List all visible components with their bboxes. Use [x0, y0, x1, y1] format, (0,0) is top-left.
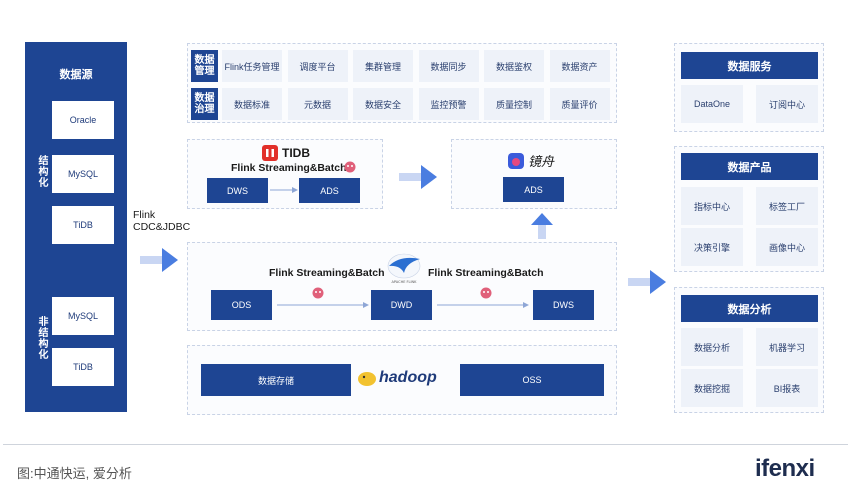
unstructured-label: 非结构化	[36, 316, 47, 360]
source-tidb-unstructured: TiDB	[52, 348, 114, 386]
pipeline-dws: DWS	[533, 290, 594, 320]
analysis-item-4: BI报表	[756, 369, 818, 407]
analysis-item-2: 机器学习	[756, 328, 818, 366]
hadoop-logo: hadoop	[357, 368, 437, 388]
governance-item: 质量评价	[549, 88, 610, 120]
tidb-flow-arrow	[270, 187, 298, 193]
jingzhou-logo-text: 镜舟	[528, 154, 555, 169]
connector-label: Flink CDC&JDBC	[133, 209, 190, 233]
product-item-1: 指标中心	[681, 187, 743, 225]
analysis-item-1: 数据分析	[681, 328, 743, 366]
governance-item: 质量控制	[484, 88, 544, 120]
svg-text:APACHE FLINK: APACHE FLINK	[392, 280, 418, 284]
governance-item: 元数据	[287, 88, 348, 120]
governance-header-gov: 数据治理	[191, 88, 218, 120]
hadoop-logo-text: hadoop	[379, 369, 437, 386]
source-oracle: Oracle	[52, 101, 114, 139]
tidb-logo-icon	[262, 145, 278, 161]
source-mysql: MySQL	[52, 155, 114, 193]
tidb-logo-text: TIDB	[282, 146, 310, 160]
source-mysql-unstructured: MySQL	[52, 297, 114, 335]
product-item-2: 标签工厂	[756, 187, 818, 225]
pipeline-flow-arrow-2	[437, 302, 529, 308]
governance-item: 调度平台	[287, 50, 348, 82]
governance-header-mgmt: 数据管理	[191, 50, 218, 82]
governance-item: 数据资产	[549, 50, 610, 82]
tidb-ads: ADS	[299, 178, 360, 203]
squirrel-icon	[344, 161, 356, 173]
analysis-title: 数据分析	[681, 295, 818, 322]
right-arrow-icon	[399, 165, 437, 189]
squirrel-icon	[480, 287, 492, 299]
storage-right: OSS	[460, 364, 604, 396]
service-title: 数据服务	[681, 52, 818, 79]
service-item-subscribe: 订阅中心	[756, 85, 818, 123]
connector-line2: CDC&JDBC	[133, 221, 191, 233]
structured-label: 结构化	[36, 155, 47, 188]
squirrel-icon	[312, 287, 324, 299]
product-title: 数据产品	[681, 153, 818, 180]
footer-caption: 图:中通快运, 爱分析	[17, 466, 132, 481]
analysis-item-3: 数据挖掘	[681, 369, 743, 407]
governance-item: Flink任务管理	[222, 50, 282, 82]
tidb-dws: DWS	[207, 178, 268, 203]
footer-brand: ifenxi	[755, 455, 815, 482]
governance-header-gov-text: 数据治理	[194, 93, 215, 115]
data-source-title: 数据源	[59, 69, 93, 81]
storage-left: 数据存储	[201, 364, 351, 396]
pipeline-label-right: Flink Streaming&Batch	[428, 267, 544, 279]
jingzhou-ads: ADS	[503, 177, 564, 202]
pipeline-label-left: Flink Streaming&Batch	[269, 267, 385, 279]
bird-logo-icon: APACHE FLINK	[387, 253, 421, 284]
footer-divider	[3, 444, 848, 445]
source-tidb: TiDB	[52, 206, 114, 244]
governance-item: 集群管理	[353, 50, 413, 82]
tidb-stream-label: Flink Streaming&Batch	[231, 162, 347, 174]
tidb-logo: TIDB	[262, 145, 310, 161]
pipeline-dwd: DWD	[371, 290, 432, 320]
right-arrow-icon	[140, 248, 178, 272]
up-arrow-icon	[531, 213, 553, 239]
governance-item: 数据标准	[222, 88, 282, 120]
elephant-icon	[358, 372, 376, 386]
governance-item: 数据安全	[353, 88, 413, 120]
jingzhou-logo-icon	[508, 152, 524, 169]
pipeline-flow-arrow-1	[277, 302, 369, 308]
pipeline-ods: ODS	[211, 290, 272, 320]
governance-item: 数据同步	[418, 50, 479, 82]
product-item-3: 决策引擎	[681, 228, 743, 266]
connector-line1: Flink	[133, 209, 156, 221]
governance-header-mgmt-text: 数据管理	[194, 55, 215, 77]
product-item-4: 画像中心	[756, 228, 818, 266]
governance-item: 数据鉴权	[484, 50, 544, 82]
governance-item: 监控预警	[418, 88, 479, 120]
service-item-dataone: DataOne	[681, 85, 743, 123]
right-arrow-icon	[628, 270, 666, 294]
jingzhou-logo: 镜舟	[508, 151, 554, 170]
